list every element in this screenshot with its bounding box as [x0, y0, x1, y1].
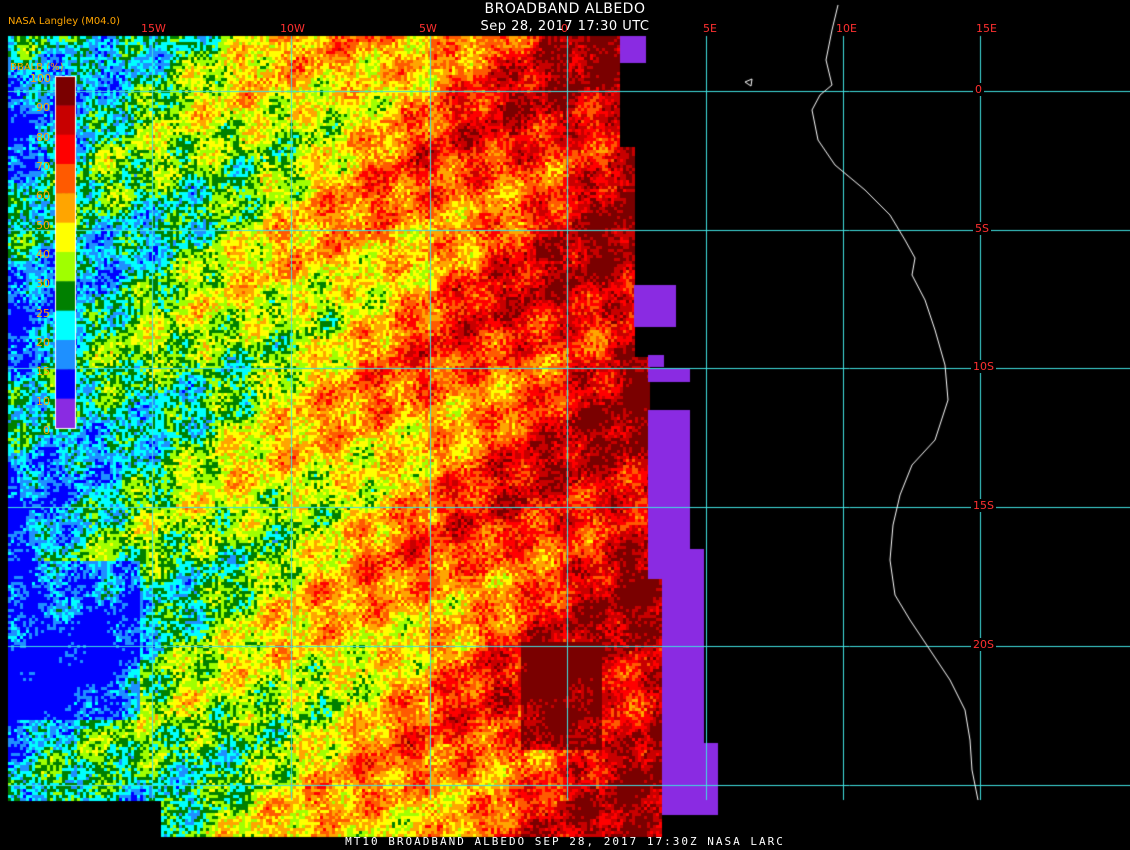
lon-label-0: 0 — [561, 22, 568, 35]
legend-tick-label: 15 — [36, 365, 50, 379]
lon-label-10e: 10E — [836, 22, 857, 35]
lon-label-5w: 5W — [419, 22, 437, 35]
albedo-map — [0, 0, 1130, 850]
lat-label-5s: 5S — [973, 222, 991, 235]
legend-tick-label: 40 — [36, 248, 50, 261]
legend-tick-label: 70 — [36, 160, 50, 173]
legend-tick-label: 30 — [36, 277, 50, 291]
lat-label-0: 0 — [973, 83, 984, 96]
footer-caption: MT10 BROADBAND ALBEDO SEP 28, 2017 17:30… — [345, 835, 785, 848]
legend-tick-label: 10 — [36, 394, 50, 408]
lon-label-10w: 10W — [280, 22, 305, 35]
credit-label: NASA Langley (M04.0) — [8, 16, 120, 27]
lon-label-5e: 5E — [703, 22, 717, 35]
legend-tick-label: 90 — [36, 101, 50, 115]
lon-label-15e: 15E — [976, 22, 997, 35]
lat-label-15s: 15S — [971, 499, 996, 512]
map-title: BROADBAND ALBEDO — [484, 1, 646, 17]
legend-tick-label: 80 — [36, 130, 50, 144]
legend-tick-label: 60 — [36, 189, 50, 203]
lon-label-15w: 15W — [141, 22, 166, 35]
legend-tick-label: 0 — [43, 424, 50, 437]
lat-label-10s: 10S — [971, 360, 996, 373]
lat-label-20s: 20S — [971, 638, 996, 651]
legend-tick-label: 100 — [30, 72, 51, 85]
legend-tick-label: 20 — [36, 336, 50, 349]
legend-tick-label: 50 — [36, 218, 50, 232]
legend-tick-label: 25 — [36, 306, 50, 320]
